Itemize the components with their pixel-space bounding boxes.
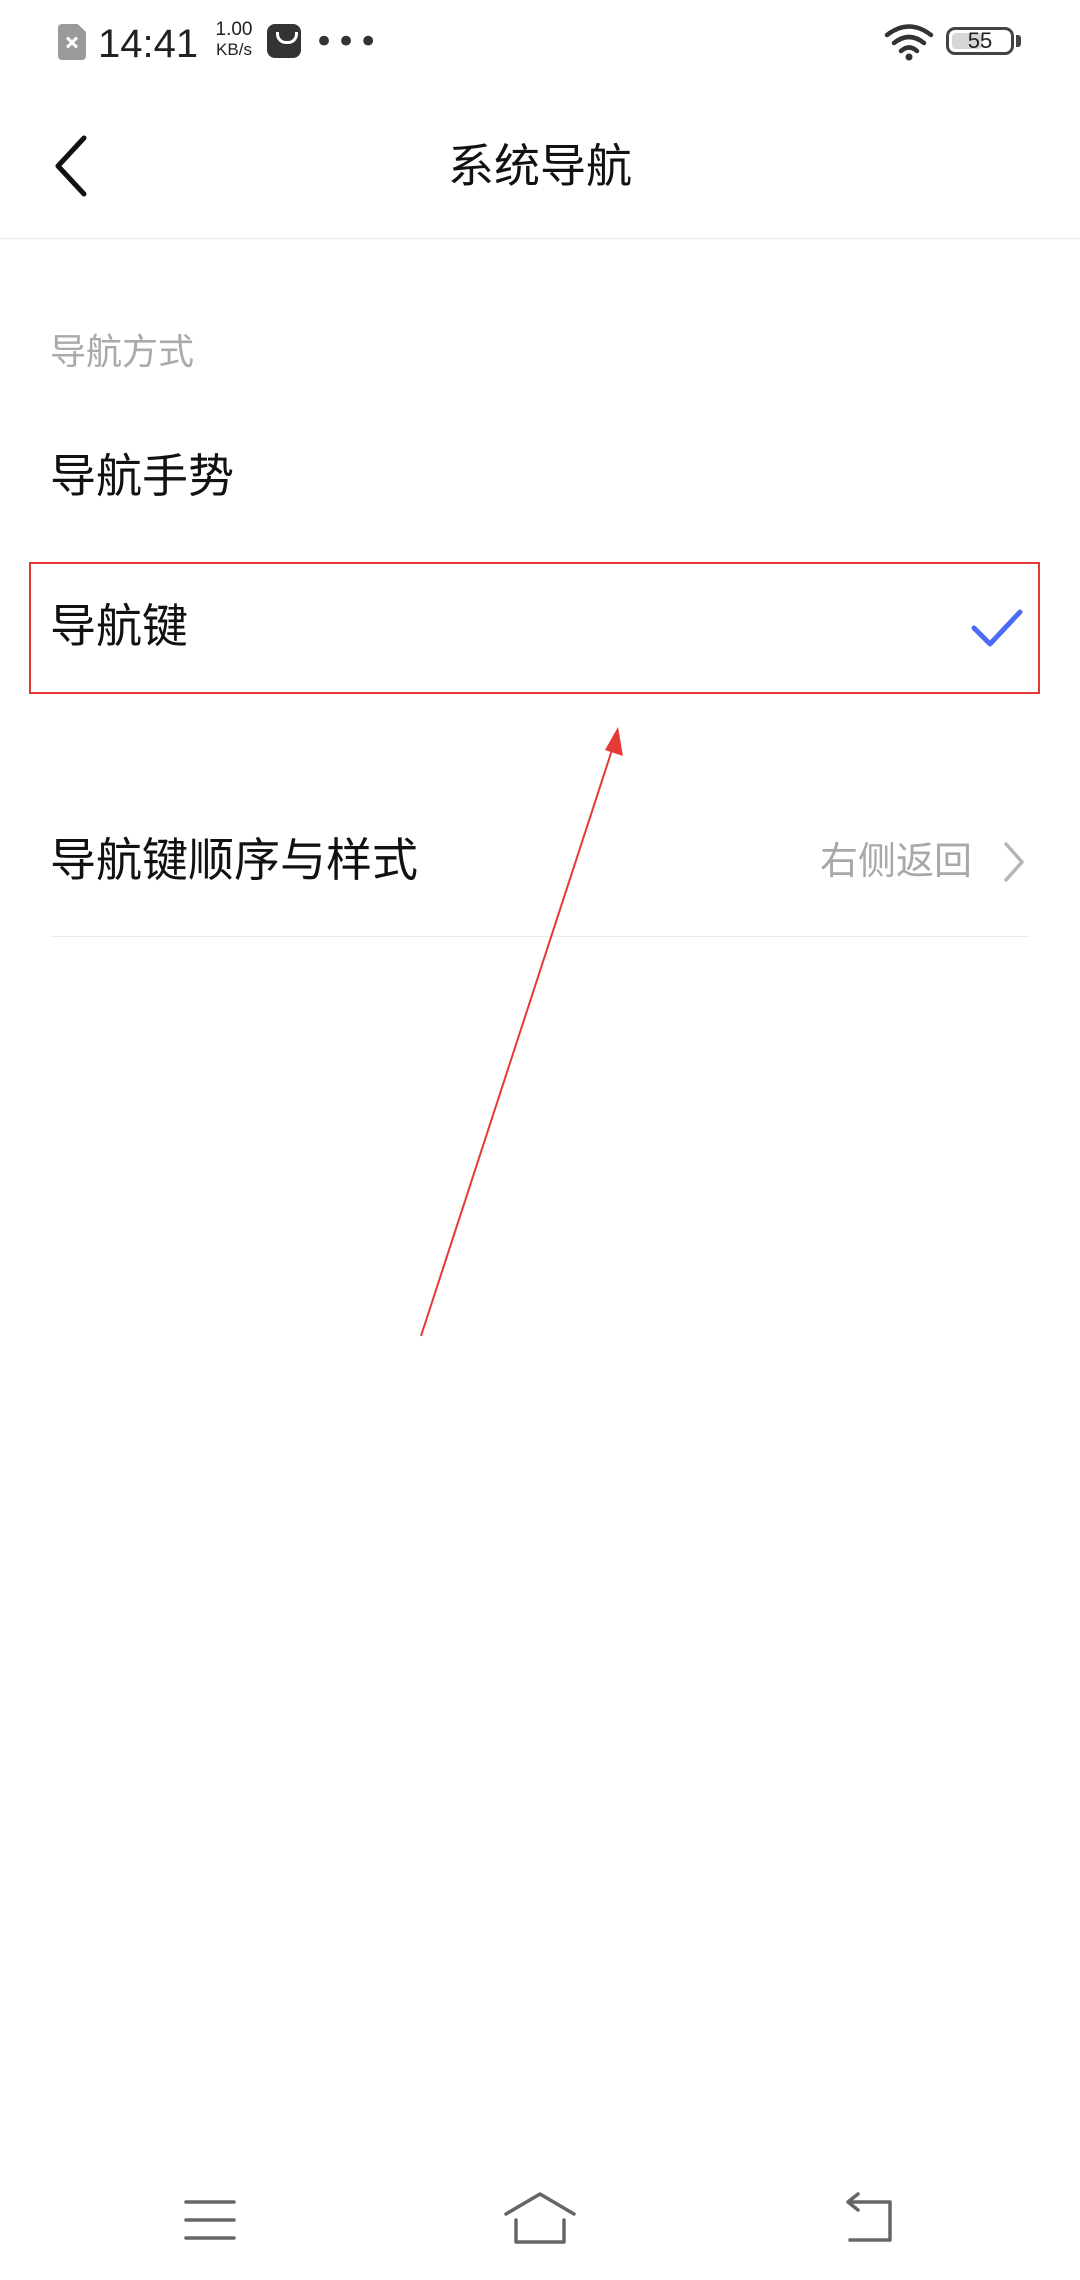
battery-level: 55 bbox=[967, 28, 993, 53]
status-time: 14:41 bbox=[98, 22, 199, 66]
wifi-icon bbox=[884, 24, 934, 61]
screen: 14:41 1.00 KB/s ••• 55 系统导航 导航方式 导航手势 导航… bbox=[0, 0, 1080, 2280]
page-title: 系统导航 bbox=[448, 139, 632, 193]
annotation-highlight-box bbox=[29, 562, 1040, 694]
back-nav-button[interactable] bbox=[820, 2180, 920, 2260]
option-navigation-gestures[interactable]: 导航手势 bbox=[0, 404, 1080, 544]
header: 系统导航 bbox=[0, 88, 1080, 239]
menu-button[interactable] bbox=[160, 2180, 260, 2260]
chevron-right-icon bbox=[1004, 842, 1024, 882]
battery-icon: 55 bbox=[946, 27, 1014, 55]
row-navigation-key-order-style[interactable]: 导航键顺序与样式 右侧返回 bbox=[0, 790, 1080, 930]
home-icon bbox=[504, 2192, 576, 2244]
sim-disabled-icon bbox=[58, 24, 86, 60]
back-icon bbox=[846, 2192, 892, 2242]
network-speed-unit: KB/s bbox=[216, 40, 252, 59]
app-store-bag-icon bbox=[267, 24, 301, 58]
menu-icon bbox=[184, 2200, 236, 2240]
network-speed-value: 1.00 bbox=[215, 19, 253, 40]
home-button[interactable] bbox=[490, 2180, 590, 2260]
network-speed: 1.00 KB/s bbox=[206, 20, 262, 60]
more-notifications-icon: ••• bbox=[314, 22, 381, 62]
battery-tip bbox=[1016, 35, 1021, 47]
status-bar: 14:41 1.00 KB/s ••• 55 bbox=[0, 0, 1080, 88]
option-label: 导航手势 bbox=[50, 449, 234, 503]
divider bbox=[50, 936, 1030, 937]
section-label: 导航方式 bbox=[50, 332, 195, 373]
system-navigation-bar bbox=[0, 2160, 1080, 2280]
row-value: 右侧返回 bbox=[819, 839, 972, 883]
row-label: 导航键顺序与样式 bbox=[50, 833, 418, 887]
